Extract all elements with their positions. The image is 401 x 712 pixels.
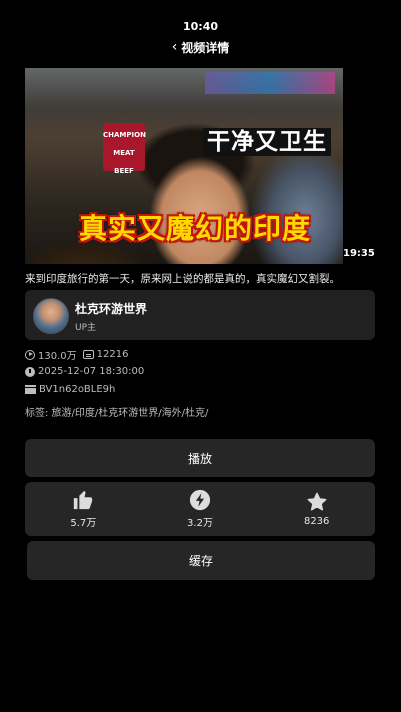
view-count: 130.0万 [38, 351, 77, 362]
star-icon [307, 492, 327, 511]
video-shop-sign: CHAMPION MEAT BEEF [103, 123, 146, 175]
publish-time: 2025-12-07 18:30:00 [38, 366, 145, 377]
action-bar: 5.7万 3.2万 8236 [25, 482, 375, 536]
thumbs-up-icon [74, 490, 93, 510]
danmaku-icon [82, 350, 94, 359]
play-button[interactable]: 播放 [25, 439, 375, 477]
coin-count: 3.2万 [187, 518, 213, 529]
video-duration: 19:35 [343, 248, 375, 259]
video-caption-bottom: 真实又魔幻的印度 [79, 212, 312, 245]
clock-icon [25, 366, 35, 377]
coin-button[interactable]: 3.2万 [142, 482, 259, 536]
video-tags: 标签: 旅游/印度/杜克环游世界/海外/杜克/ [25, 408, 209, 419]
bvid-row: BV1n62oBLE9h [25, 384, 115, 395]
video-caption-top: 干净又卫生 [203, 128, 331, 156]
uploader-name: 杜克环游世界 [75, 302, 148, 316]
like-count: 5.7万 [70, 518, 97, 529]
view-stats-row: 130.0万 12216 [25, 347, 128, 362]
uploader-card[interactable]: 杜克环游世界 UP主 [25, 290, 375, 340]
shop-sign-line-1: CHAMPION [103, 131, 146, 139]
favorite-button[interactable]: 8236 [258, 482, 375, 536]
danmaku-count: 12216 [96, 349, 129, 360]
video-id-icon [25, 385, 36, 394]
cache-button[interactable]: 缓存 [27, 541, 375, 580]
coin-icon [189, 489, 211, 511]
top-bar: ‹ 视频详情 [0, 36, 401, 58]
avatar[interactable] [33, 298, 69, 334]
favorite-count: 8236 [303, 516, 330, 527]
page-title: 视频详情 [181, 40, 230, 55]
shop-sign-line-3: BEEF [114, 167, 134, 175]
video-description: 来到印度旅行的第一天，原来网上说的都是真的，真实魔幻又割裂。 [25, 273, 340, 285]
video-sign-lights [205, 72, 335, 94]
publish-time-row: 2025-12-07 18:30:00 [25, 366, 144, 377]
shop-sign-line-2: MEAT [113, 149, 135, 157]
status-bar-time: 10:40 [182, 20, 218, 33]
uploader-role: UP主 [75, 323, 97, 333]
chevron-left-icon[interactable]: ‹ [172, 39, 178, 55]
like-button[interactable]: 5.7万 [25, 482, 142, 536]
video-id: BV1n62oBLE9h [39, 384, 116, 395]
play-count-icon [25, 349, 35, 360]
video-thumbnail[interactable]: CHAMPION MEAT BEEF 干净又卫生 真实又魔幻的印度 [25, 68, 343, 264]
